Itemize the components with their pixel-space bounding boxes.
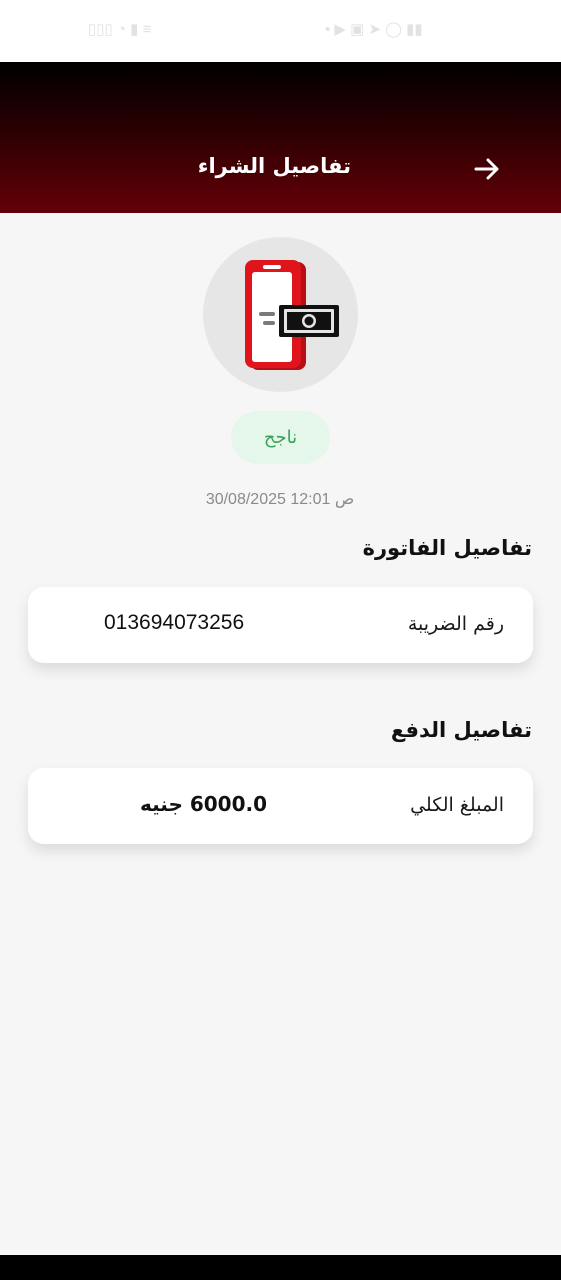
back-button[interactable] xyxy=(473,155,501,183)
system-navigation-bar xyxy=(0,1255,561,1280)
payment-illustration xyxy=(203,237,358,392)
phone-payment-icon xyxy=(245,260,339,370)
transaction-datetime: 30/08/2025 12:01 ص xyxy=(205,491,355,508)
status-bar: ▯▯▯ ◔ ▮ ≡ • ▶ ▣ ➤ ◯ ▮▮ xyxy=(0,0,561,62)
status-badge: ناجح xyxy=(231,411,330,464)
tax-number-card: رقم الضريبة 013694073256 xyxy=(28,587,533,663)
status-bar-notification-icons: • ▶ ▣ ➤ ◯ ▮▮ xyxy=(325,21,423,38)
invoice-section-title: تفاصيل الفاتورة xyxy=(362,536,532,560)
total-amount-card: المبلغ الكلي 6000.0 جنيه xyxy=(28,768,533,844)
total-amount-label: المبلغ الكلي xyxy=(410,794,504,816)
tax-number-value: 013694073256 xyxy=(104,611,245,634)
status-bar-system-icons: ▯▯▯ ◔ ▮ ≡ xyxy=(88,21,152,38)
page-title: تفاصيل الشراء xyxy=(197,154,351,178)
app-header: تفاصيل الشراء xyxy=(0,62,561,213)
arrow-right-icon xyxy=(474,158,499,180)
total-amount-value: 6000.0 جنيه xyxy=(140,792,268,816)
payment-section-title: تفاصيل الدفع xyxy=(390,718,532,742)
tax-number-label: رقم الضريبة xyxy=(407,613,504,635)
